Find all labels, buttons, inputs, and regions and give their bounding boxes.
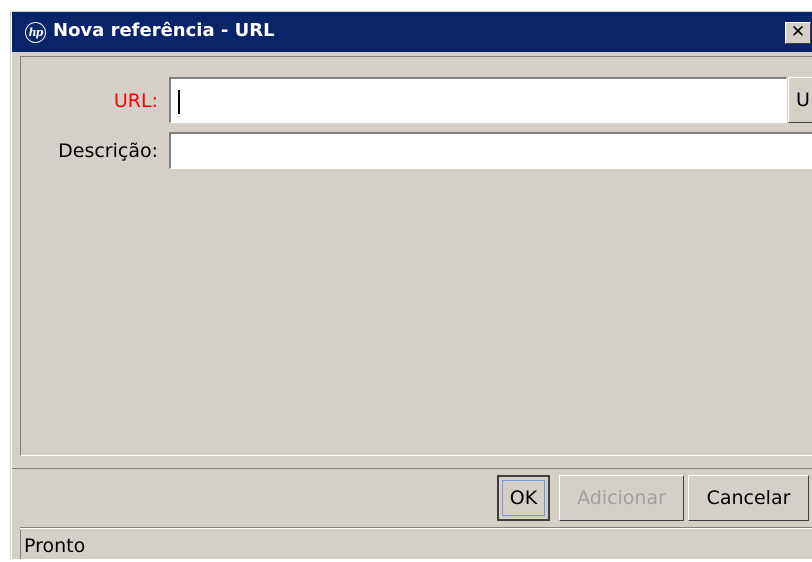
ok-button[interactable]: OK <box>497 475 550 521</box>
url-picker-button[interactable]: U <box>788 77 812 123</box>
focus-ring <box>502 480 545 516</box>
text-caret <box>178 90 180 114</box>
add-button[interactable]: Adicionar <box>559 475 684 521</box>
form-panel: URL: U Descrição: <box>20 56 812 456</box>
close-icon: ✕ <box>790 22 806 42</box>
description-input[interactable] <box>169 132 812 169</box>
url-label: URL: <box>113 90 158 112</box>
window-title: Nova referência - URL <box>53 20 275 41</box>
status-bar: Pronto <box>20 530 812 559</box>
status-divider <box>20 527 812 529</box>
dialog-window: hp Nova referência - URL ✕ URL: U Descri… <box>11 12 812 559</box>
title-bar[interactable]: hp Nova referência - URL ✕ <box>12 12 812 52</box>
hp-logo-text: hp <box>26 23 45 42</box>
button-area-divider <box>12 468 812 469</box>
hp-logo-icon: hp <box>25 22 46 43</box>
url-input[interactable] <box>169 77 787 123</box>
description-label: Descrição: <box>58 140 158 162</box>
cancel-button[interactable]: Cancelar <box>688 475 809 521</box>
close-button[interactable]: ✕ <box>785 22 811 44</box>
